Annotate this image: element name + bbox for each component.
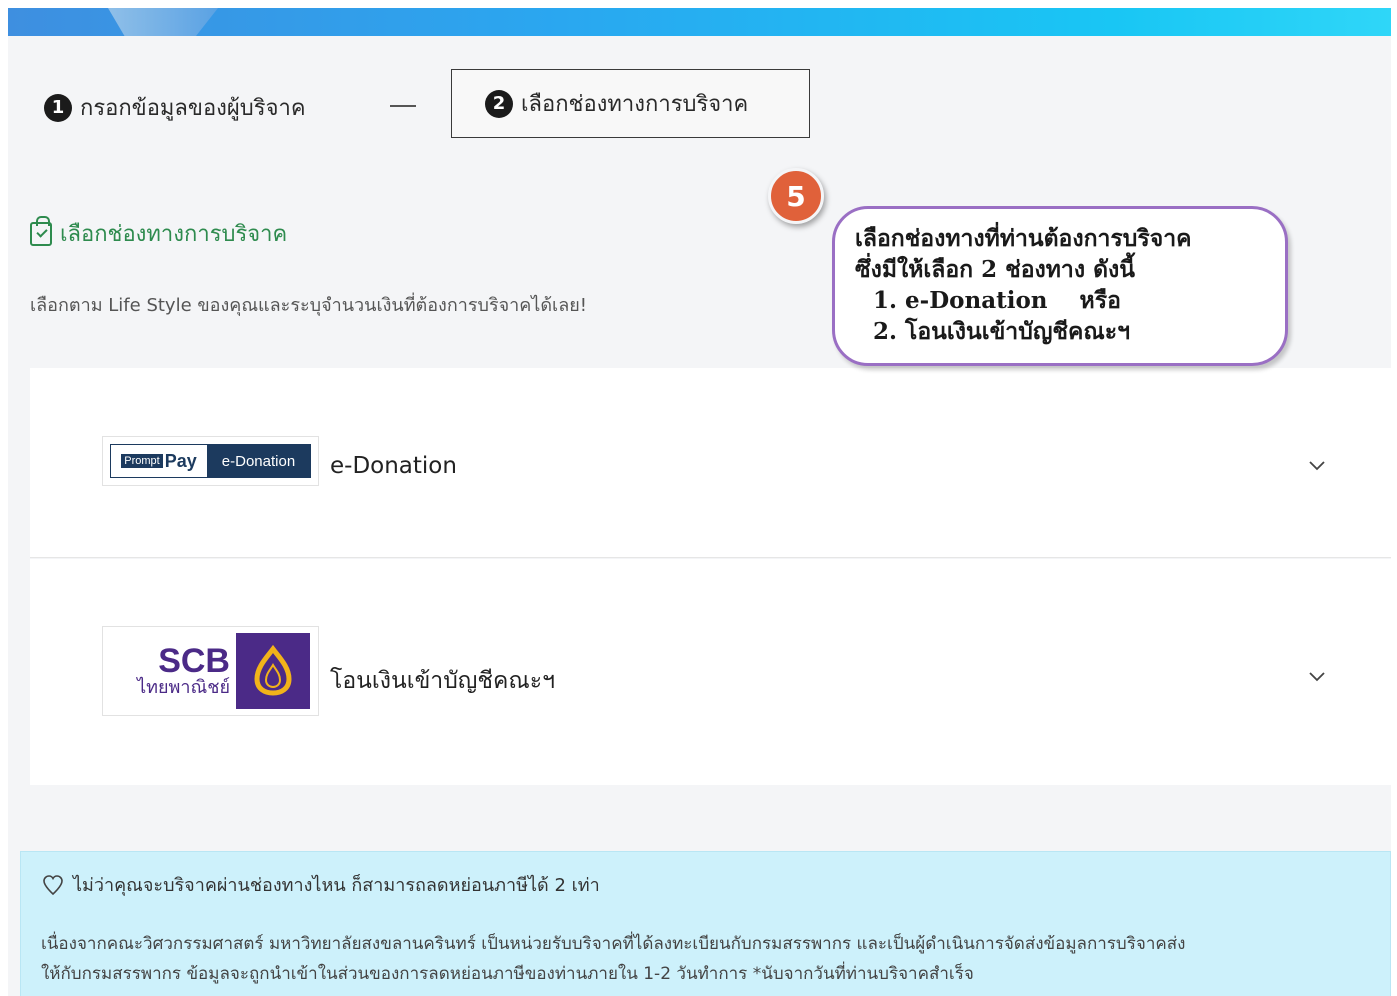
tax-info-body-line-2: ให้กับกรมสรรพากร ข้อมูลจะถูกนำเข้าในส่วน… [41, 964, 974, 984]
scb-emblem-icon [236, 633, 310, 709]
scb-logo: SCB ไทยพาณิชย์ [102, 626, 319, 716]
scb-logo-text: SCB ไทยพาณิชย์ [111, 633, 236, 709]
shopping-bag-check-icon [30, 215, 52, 246]
step-1[interactable]: 1 กรอกข้อมูลของผู้บริจาค [44, 90, 306, 125]
header-bar [8, 8, 1391, 36]
header-notch [108, 8, 218, 36]
option-bank-transfer[interactable]: SCB ไทยพาณิชย์ โอนเงินเข้าบัญชีคณะฯ [30, 559, 1391, 785]
callout-item-2: 2. โอนเงินเข้าบัญชีคณะฯ [873, 318, 1131, 345]
callout-item-1: 1. e-Donation หรือ [873, 287, 1121, 314]
promptpay-logo-pay: Pay [164, 450, 197, 471]
tax-info-heading: ไม่ว่าคุณจะบริจาคผ่านช่องทางไหน ก็สามารถ… [41, 870, 1390, 899]
chevron-down-icon[interactable] [1308, 456, 1326, 474]
step-2-active[interactable]: 2 เลือกช่องทางการบริจาค [451, 69, 810, 138]
chevron-down-icon[interactable] [1308, 667, 1326, 685]
step-2-label: เลือกช่องทางการบริจาค [521, 92, 749, 117]
section-description: เลือกตาม Life Style ของคุณและระบุจำนวนเง… [30, 295, 587, 316]
heart-icon [43, 874, 63, 895]
promptpay-logo: Prompt Pay e-Donation [102, 436, 319, 486]
promptpay-logo-edonation: e-Donation [207, 445, 310, 477]
scb-logo-thai: ไทยพาณิชย์ [137, 677, 230, 698]
promptpay-logo-graphic: Prompt Pay e-Donation [110, 444, 311, 478]
option-e-donation[interactable]: Prompt Pay e-Donation e-Donation [30, 368, 1391, 558]
tax-info-box: ไม่ว่าคุณจะบริจาคผ่านช่องทางไหน ก็สามารถ… [20, 851, 1391, 996]
step-1-number: 1 [44, 93, 72, 122]
scb-logo-big: SCB [158, 642, 230, 680]
step-separator [390, 105, 416, 107]
option-e-donation-label: e-Donation [330, 453, 457, 479]
annotation-badge: 5 [768, 168, 824, 224]
option-bank-transfer-label: โอนเงินเข้าบัญชีคณะฯ [330, 668, 556, 694]
tax-info-body: เนื่องจากคณะวิศวกรรมศาสตร์ มหาวิทยาลัยสง… [41, 929, 1390, 989]
section-title-text: เลือกช่องทางการบริจาค [60, 222, 288, 247]
callout-line-1: เลือกช่องทางที่ท่านต้องการบริจาค [855, 225, 1192, 252]
step-2-number: 2 [485, 89, 513, 118]
tax-info-heading-text: ไม่ว่าคุณจะบริจาคผ่านช่องทางไหน ก็สามารถ… [73, 875, 600, 896]
promptpay-logo-left: Prompt Pay [111, 445, 207, 477]
promptpay-logo-prompt: Prompt [121, 454, 163, 468]
section-title: เลือกช่องทางการบริจาค [30, 215, 288, 251]
page: 1 กรอกข้อมูลของผู้บริจาค 2 เลือกช่องทางก… [8, 8, 1391, 996]
scb-emblem-svg [254, 644, 292, 696]
annotation-callout: เลือกช่องทางที่ท่านต้องการบริจาค ซึ่งมีใ… [832, 206, 1288, 366]
scb-logo-graphic: SCB ไทยพาณิชย์ [111, 633, 310, 709]
callout-line-2: ซึ่งมีให้เลือก 2 ช่องทาง ดังนี้ [855, 256, 1135, 283]
step-1-label: กรอกข้อมูลของผู้บริจาค [80, 96, 306, 121]
tax-info-body-line-1: เนื่องจากคณะวิศวกรรมศาสตร์ มหาวิทยาลัยสง… [41, 934, 1186, 954]
